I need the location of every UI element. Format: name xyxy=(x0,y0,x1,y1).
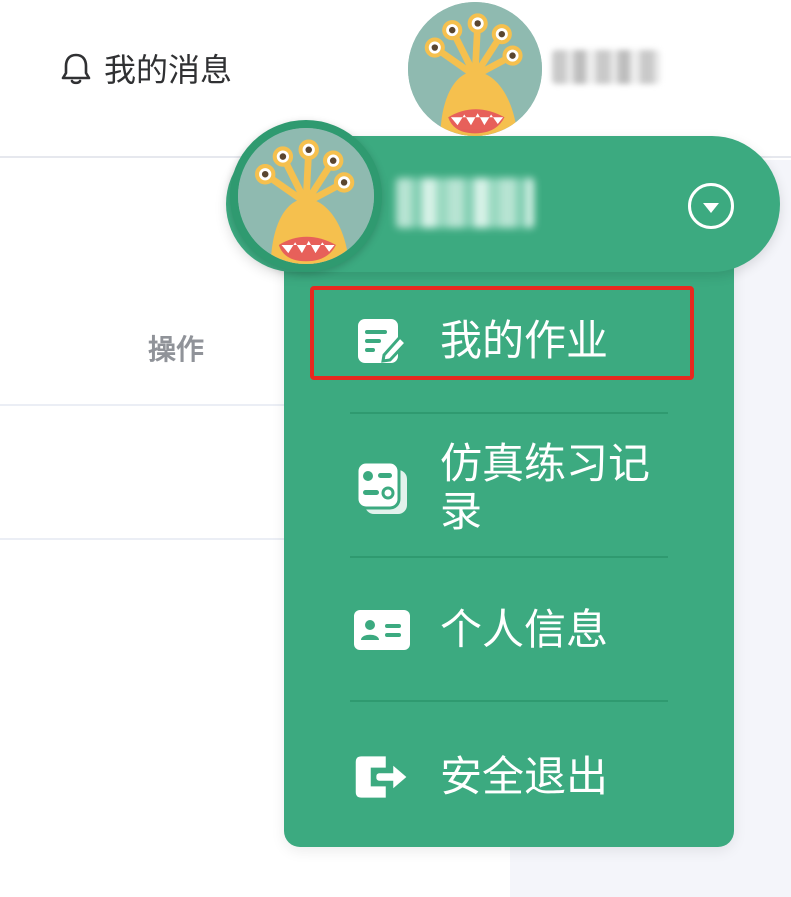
messages-link[interactable]: 我的消息 xyxy=(58,46,232,90)
dropdown-username-redacted xyxy=(396,178,534,228)
menu-item-personal-info[interactable]: 个人信息 xyxy=(284,580,734,680)
menu-item-logout[interactable]: 安全退出 xyxy=(284,722,734,832)
menu-item-label: 个人信息 xyxy=(440,605,609,654)
menu-item-label: 安全退出 xyxy=(440,752,609,801)
menu-item-label: 仿真练习记录 xyxy=(440,439,651,536)
logout-icon xyxy=(352,747,412,807)
bell-icon xyxy=(58,50,94,86)
menu-divider xyxy=(350,556,668,558)
dropdown-avatar xyxy=(230,120,382,272)
top-header: 我的消息 xyxy=(0,0,791,158)
column-header-operation: 操作 xyxy=(148,333,205,366)
chevron-down-circle-icon[interactable] xyxy=(688,183,734,229)
user-avatar[interactable] xyxy=(408,2,542,136)
messages-label: 我的消息 xyxy=(104,51,233,89)
menu-item-practice-records[interactable]: 仿真练习记录 xyxy=(284,418,734,558)
id-card-icon xyxy=(352,600,412,660)
menu-item-my-homework[interactable]: 我的作业 xyxy=(284,296,734,386)
menu-item-label: 我的作业 xyxy=(440,316,609,365)
menu-divider xyxy=(350,700,668,702)
menu-divider xyxy=(350,412,668,414)
practice-record-icon xyxy=(352,458,412,518)
homework-edit-icon xyxy=(352,311,412,371)
username-redacted xyxy=(552,50,660,84)
